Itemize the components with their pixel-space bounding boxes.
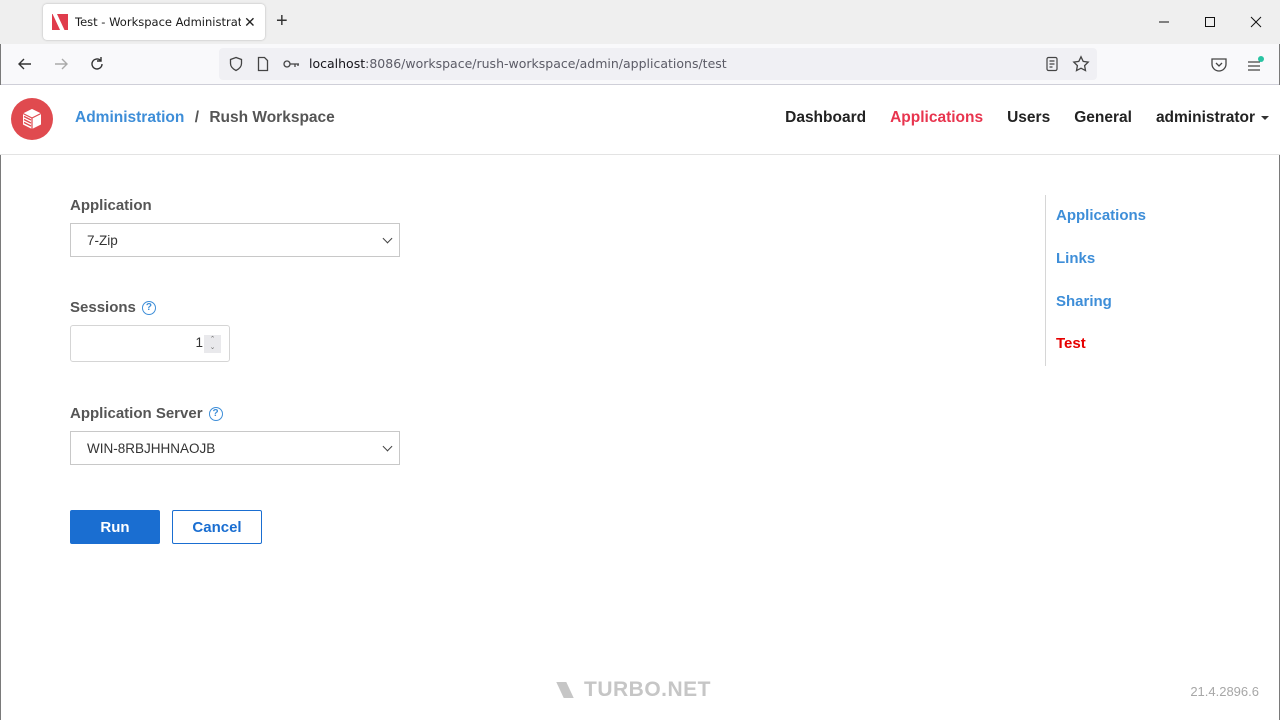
application-select-value: 7-Zip: [87, 232, 118, 248]
application-server-label-text: Application Server: [70, 405, 203, 422]
shield-icon[interactable]: [224, 52, 248, 76]
browser-tab[interactable]: Test - Workspace Administration ✕: [43, 4, 265, 40]
sidenav-test[interactable]: Test: [1056, 335, 1086, 352]
url-host: localhost: [309, 56, 366, 71]
user-menu[interactable]: administrator: [1156, 109, 1280, 127]
application-server-select-value: WIN-8RBJHHNAOJB: [87, 440, 216, 456]
nav-applications[interactable]: Applications: [890, 109, 983, 127]
sessions-value: 1: [195, 335, 203, 350]
new-tab-icon[interactable]: +: [276, 10, 288, 33]
user-menu-label: administrator: [1155, 109, 1255, 126]
nav-users[interactable]: Users: [1007, 109, 1050, 127]
section-sidenav: Applications Links Sharing Test: [1045, 195, 1146, 366]
browser-navbar: localhost:8086/workspace/rush-workspace/…: [0, 44, 1280, 85]
pocket-icon[interactable]: [1207, 52, 1231, 76]
url-path: :8086/workspace/rush-workspace/admin/app…: [365, 56, 727, 71]
version-label: 21.4.2896.6: [1190, 684, 1259, 699]
turbo-logo-icon[interactable]: [11, 98, 53, 140]
arrow-left-icon[interactable]: [13, 52, 37, 76]
maximize-icon[interactable]: [1195, 10, 1225, 34]
cancel-button[interactable]: Cancel: [172, 510, 262, 544]
footer-brand: TURBO.NET: [556, 678, 711, 702]
nav-general[interactable]: General: [1074, 109, 1132, 127]
turbo-slash-icon: [556, 682, 574, 698]
browser-titlebar: Test - Workspace Administration ✕ +: [0, 0, 1280, 44]
spinner-down-icon[interactable]: ⌄: [210, 344, 216, 352]
application-label-text: Application: [70, 197, 152, 214]
help-icon[interactable]: ?: [141, 300, 156, 315]
sessions-spinner[interactable]: ⌃ ⌄: [204, 335, 221, 353]
application-server-select[interactable]: WIN-8RBJHHNAOJB: [70, 431, 400, 465]
minimize-icon[interactable]: [1149, 10, 1179, 34]
help-icon[interactable]: ?: [208, 406, 223, 421]
top-nav: Dashboard Applications Users General adm…: [761, 109, 1280, 127]
reload-icon[interactable]: [85, 52, 109, 76]
footer-brand-text: TURBO.NET: [584, 678, 711, 701]
breadcrumb-administration-link[interactable]: Administration: [75, 109, 184, 126]
key-icon[interactable]: [279, 52, 303, 76]
breadcrumb: Administration / Rush Workspace: [75, 109, 335, 127]
sessions-input[interactable]: 1 ⌃ ⌄: [70, 325, 230, 362]
star-icon[interactable]: [1069, 52, 1093, 76]
url-bar[interactable]: localhost:8086/workspace/rush-workspace/…: [219, 48, 1097, 80]
spinner-up-icon[interactable]: ⌃: [210, 336, 216, 344]
breadcrumb-separator: /: [194, 109, 199, 126]
sidenav-applications[interactable]: Applications: [1056, 207, 1146, 224]
app-header: Administration / Rush Workspace Dashboar…: [0, 85, 1280, 155]
chevron-down-icon: [382, 441, 393, 452]
application-select[interactable]: 7-Zip: [70, 223, 400, 257]
application-server-label: Application Server ?: [70, 405, 223, 422]
hamburger-menu-icon[interactable]: [1243, 52, 1267, 76]
arrow-right-icon[interactable]: [49, 52, 73, 76]
page-icon[interactable]: [251, 52, 275, 76]
nav-dashboard[interactable]: Dashboard: [785, 109, 866, 127]
sidenav-sharing[interactable]: Sharing: [1056, 293, 1112, 310]
url-text[interactable]: localhost:8086/workspace/rush-workspace/…: [309, 56, 727, 71]
caret-down-icon: [1261, 115, 1269, 120]
sessions-label-text: Sessions: [70, 299, 136, 316]
tab-title: Test - Workspace Administration: [75, 15, 241, 29]
run-button[interactable]: Run: [70, 510, 160, 544]
close-tab-icon[interactable]: ✕: [244, 14, 256, 31]
application-label: Application: [70, 197, 152, 214]
sidenav-links[interactable]: Links: [1056, 250, 1095, 267]
breadcrumb-current: Rush Workspace: [209, 109, 335, 126]
reader-view-icon[interactable]: [1040, 52, 1064, 76]
sessions-label: Sessions ?: [70, 299, 156, 316]
close-window-icon[interactable]: [1241, 10, 1271, 34]
chevron-down-icon: [382, 233, 393, 244]
turbo-favicon-icon: [52, 14, 68, 30]
